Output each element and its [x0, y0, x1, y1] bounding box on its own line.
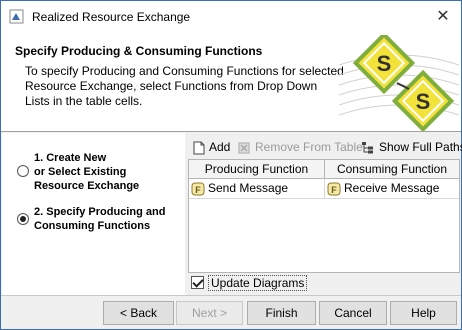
dialog-window: Realized Resource Exchange ✕ Specify Pro…: [0, 0, 462, 330]
function-icon: F: [327, 182, 341, 196]
new-document-icon: [193, 141, 205, 155]
footer-separator: [1, 295, 461, 296]
next-button[interactable]: Next >: [176, 301, 243, 325]
svg-text:S: S: [377, 51, 392, 76]
svg-text:F: F: [331, 185, 337, 195]
column-header-consuming[interactable]: Consuming Function: [325, 160, 459, 179]
remove-from-table-button[interactable]: Remove From Table: [237, 137, 363, 157]
header-title: Specify Producing & Consuming Functions: [15, 44, 263, 58]
help-button[interactable]: Help: [390, 301, 457, 325]
finish-button[interactable]: Finish: [247, 301, 316, 325]
step-create-or-select[interactable]: 1. Create New or Select Existing Resourc…: [2, 149, 185, 195]
title-bar: Realized Resource Exchange ✕: [1, 1, 461, 33]
consuming-function-value: Receive Message: [344, 181, 440, 195]
header-description: To specify Producing and Consuming Funct…: [25, 64, 344, 108]
functions-panel: Add Remove From Table Show Full Paths Pr…: [187, 133, 462, 295]
table-toolbar: Add Remove From Table Show Full Paths: [187, 137, 462, 157]
step-2-label: 2. Specify Producing and Consuming Funct…: [34, 206, 166, 232]
steps-panel: 1. Create New or Select Existing Resourc…: [2, 133, 185, 295]
step-1-label: 1. Create New or Select Existing Resourc…: [34, 152, 140, 192]
svg-text:S: S: [416, 89, 431, 114]
add-button[interactable]: Add: [193, 137, 230, 157]
producing-function-cell[interactable]: F Send Message: [189, 179, 325, 199]
step-specify-functions[interactable]: 2. Specify Producing and Consuming Funct…: [2, 203, 185, 235]
update-diagrams-label: Update Diagrams: [208, 275, 308, 291]
update-diagrams-checkbox[interactable]: [191, 276, 204, 289]
step-1-radio[interactable]: [17, 165, 29, 177]
window-title: Realized Resource Exchange: [32, 10, 191, 24]
column-header-producing[interactable]: Producing Function: [189, 160, 325, 179]
close-icon[interactable]: ✕: [431, 5, 455, 29]
svg-text:F: F: [195, 185, 201, 195]
tree-paths-icon: [362, 141, 373, 154]
back-button[interactable]: < Back: [103, 301, 174, 325]
app-icon: [9, 9, 24, 24]
remove-icon: [238, 142, 250, 154]
cancel-button[interactable]: Cancel: [319, 301, 387, 325]
wizard-banner-icon: S S: [339, 35, 459, 131]
function-icon: F: [191, 182, 205, 196]
functions-table: Producing Function Consuming Function F …: [188, 159, 460, 273]
step-2-radio[interactable]: [17, 213, 29, 225]
consuming-function-cell[interactable]: F Receive Message: [325, 179, 459, 199]
producing-function-value: Send Message: [208, 181, 289, 195]
show-full-paths-button[interactable]: Show Full Paths: [361, 137, 462, 157]
wizard-header: Specify Producing & Consuming Functions …: [1, 33, 461, 132]
